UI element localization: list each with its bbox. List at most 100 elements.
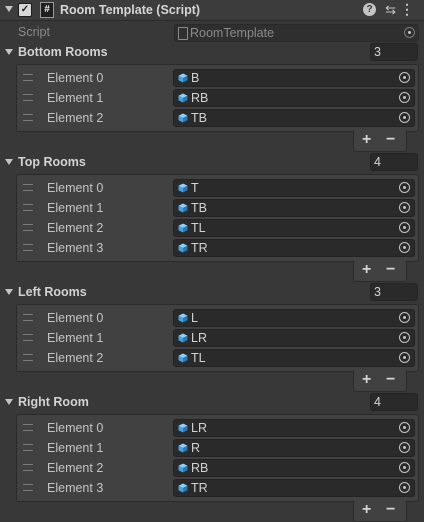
object-picker-icon[interactable]: [399, 482, 410, 493]
object-picker-icon[interactable]: [399, 442, 410, 453]
drag-handle-icon[interactable]: [23, 204, 33, 211]
kebab-menu-icon[interactable]: ⋮: [400, 1, 414, 18]
object-field[interactable]: TL: [173, 349, 415, 367]
object-field[interactable]: RB: [173, 459, 415, 477]
foldout-arrow-icon[interactable]: [5, 49, 13, 55]
collapse-arrow-icon[interactable]: [5, 6, 13, 12]
object-value: TL: [191, 221, 206, 235]
remove-element-button[interactable]: −: [386, 131, 395, 149]
list-size-field[interactable]: 4: [370, 153, 418, 171]
drag-handle-icon[interactable]: [23, 314, 33, 321]
object-field[interactable]: LR: [173, 329, 415, 347]
element-label: Element 1: [47, 441, 104, 455]
object-value: TB: [191, 111, 207, 125]
help-icon[interactable]: ?: [363, 3, 376, 16]
add-element-button[interactable]: +: [362, 131, 371, 149]
drag-handle-icon[interactable]: [23, 224, 33, 231]
prefab-cube-icon: [178, 203, 188, 213]
list-title[interactable]: Bottom Rooms: [18, 45, 108, 59]
list-title[interactable]: Top Rooms: [18, 155, 86, 169]
remove-element-button[interactable]: −: [386, 371, 395, 389]
list-size-field[interactable]: 3: [370, 283, 418, 301]
drag-handle-icon[interactable]: [23, 74, 33, 81]
list-box: Element 0 L Element 1 LR Element 2 TL: [16, 304, 419, 372]
prefab-cube-icon: [178, 483, 188, 493]
element-label: Element 3: [47, 481, 104, 495]
foldout-arrow-icon[interactable]: [5, 289, 13, 295]
object-picker-icon[interactable]: [399, 222, 410, 233]
object-field[interactable]: T: [173, 179, 415, 197]
object-field[interactable]: TB: [173, 109, 415, 127]
list-element-row: Element 1 LR: [17, 328, 418, 348]
list-element-row: Element 0 L: [17, 308, 418, 328]
drag-handle-icon[interactable]: [23, 484, 33, 491]
component-title: Room Template (Script): [60, 3, 201, 17]
object-value: LR: [191, 421, 207, 435]
object-value: TR: [191, 481, 208, 495]
drag-handle-icon[interactable]: [23, 184, 33, 191]
object-field[interactable]: TB: [173, 199, 415, 217]
object-picker-icon: [404, 27, 415, 38]
object-field[interactable]: L: [173, 309, 415, 327]
object-picker-icon[interactable]: [399, 462, 410, 473]
object-picker-icon[interactable]: [399, 312, 410, 323]
list-size-field[interactable]: 4: [370, 393, 418, 411]
object-picker-icon[interactable]: [399, 182, 410, 193]
script-label: Script: [18, 25, 50, 39]
add-element-button[interactable]: +: [362, 371, 371, 389]
object-value: LR: [191, 331, 207, 345]
foldout-arrow-icon[interactable]: [5, 159, 13, 165]
script-row: Script RoomTemplate: [0, 22, 424, 42]
object-picker-icon[interactable]: [399, 92, 410, 103]
list-title[interactable]: Left Rooms: [18, 285, 87, 299]
object-picker-icon[interactable]: [399, 422, 410, 433]
component-enabled-checkbox[interactable]: ✓: [18, 3, 32, 17]
prefab-cube-icon: [178, 243, 188, 253]
drag-handle-icon[interactable]: [23, 114, 33, 121]
drag-handle-icon[interactable]: [23, 94, 33, 101]
list-element-row: Element 0 T: [17, 178, 418, 198]
object-field[interactable]: LR: [173, 419, 415, 437]
list-element-row: Element 1 TB: [17, 198, 418, 218]
add-element-button[interactable]: +: [362, 261, 371, 279]
object-picker-icon[interactable]: [399, 112, 410, 123]
prefab-cube-icon: [178, 333, 188, 343]
object-field[interactable]: B: [173, 69, 415, 87]
object-field[interactable]: TR: [173, 239, 415, 257]
list-size-field[interactable]: 3: [370, 43, 418, 61]
drag-handle-icon[interactable]: [23, 354, 33, 361]
component-header: ✓ # Room Template (Script) ? ⇆ ⋮: [0, 0, 424, 21]
remove-element-button[interactable]: −: [386, 261, 395, 279]
drag-handle-icon[interactable]: [23, 244, 33, 251]
list-size-value: 3: [374, 45, 381, 59]
add-element-button[interactable]: +: [362, 501, 371, 519]
object-picker-icon[interactable]: [399, 332, 410, 343]
prefab-cube-icon: [178, 313, 188, 323]
object-value: L: [191, 311, 198, 325]
object-field[interactable]: TL: [173, 219, 415, 237]
foldout-arrow-icon[interactable]: [5, 399, 13, 405]
drag-handle-icon[interactable]: [23, 424, 33, 431]
object-field[interactable]: R: [173, 439, 415, 457]
list-box: Element 0 LR Element 1 R Element 2 RB Element …: [16, 414, 419, 502]
script-field: RoomTemplate: [174, 24, 419, 42]
drag-handle-icon[interactable]: [23, 334, 33, 341]
object-field[interactable]: TR: [173, 479, 415, 497]
preset-sliders-icon[interactable]: ⇆: [385, 2, 396, 18]
object-picker-icon[interactable]: [399, 352, 410, 363]
remove-element-button[interactable]: −: [386, 501, 395, 519]
list-element-row: Element 0 LR: [17, 418, 418, 438]
list-title[interactable]: Right Room: [18, 395, 89, 409]
object-value: TR: [191, 241, 208, 255]
list-element-row: Element 2 RB: [17, 458, 418, 478]
object-picker-icon[interactable]: [399, 72, 410, 83]
element-label: Element 3: [47, 241, 104, 255]
object-picker-icon[interactable]: [399, 202, 410, 213]
object-picker-icon[interactable]: [399, 242, 410, 253]
object-value: T: [191, 181, 199, 195]
drag-handle-icon[interactable]: [23, 464, 33, 471]
drag-handle-icon[interactable]: [23, 444, 33, 451]
list-element-row: Element 2 TL: [17, 348, 418, 368]
element-label: Element 2: [47, 461, 104, 475]
object-field[interactable]: RB: [173, 89, 415, 107]
